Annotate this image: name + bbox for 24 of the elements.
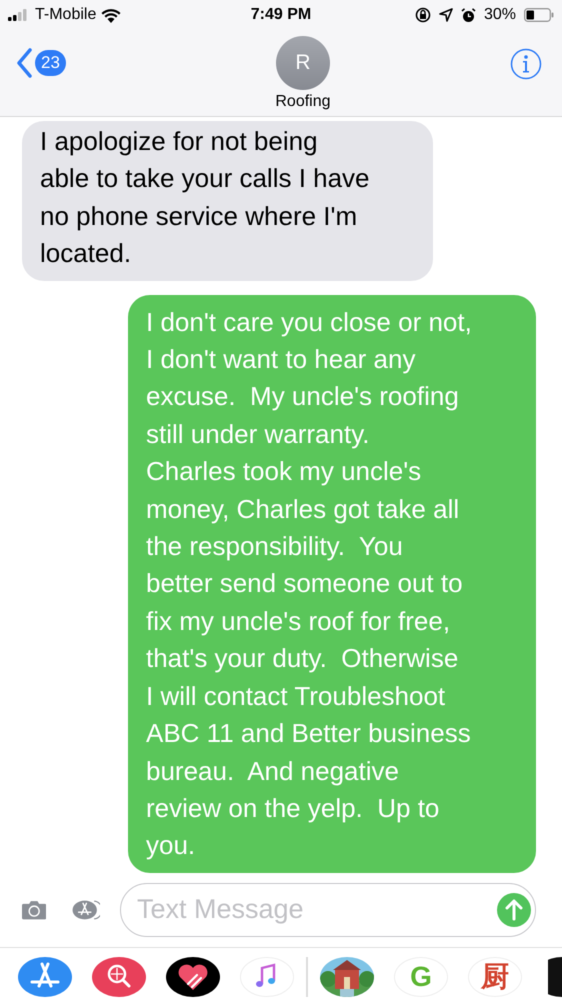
location-icon	[438, 8, 453, 22]
contact-avatar[interactable]: R	[276, 36, 330, 90]
chevron-left-icon	[16, 48, 32, 78]
app-icon[interactable]	[548, 956, 562, 997]
sent-message: I don't care you close or not, I don't want to hear any excuse. My uncle's roofing still under warranty. Charles took my uncle's money, Charles got take all the responsibility. You better send someone out to fix my uncle's roof for free, that's your duty. Otherwise I will contact Troubleshoot ABC 11 and Better business bureau. And negative review on the yelp. Up to you.	[128, 294, 536, 873]
info-icon[interactable]	[510, 48, 542, 80]
message-input[interactable]: Text Message	[120, 882, 536, 937]
wifi-icon	[101, 8, 122, 22]
back-button[interactable]: 23	[16, 40, 66, 86]
unread-count: 23	[35, 50, 66, 76]
battery-percent: 30%	[484, 6, 516, 24]
send-icon[interactable]	[497, 892, 531, 927]
alarm-icon	[460, 8, 476, 22]
image-search-icon[interactable]	[92, 956, 146, 997]
app-icon[interactable]: G	[394, 956, 448, 997]
received-message: I apologize for not being able to take your calls I have no phone service where I'm located.	[22, 121, 433, 281]
music-note-icon[interactable]	[240, 956, 294, 997]
app-store-icon[interactable]	[18, 956, 72, 997]
battery-icon	[524, 8, 554, 22]
app-icon[interactable]: 厨	[468, 956, 522, 997]
contact-name: Roofing	[275, 93, 331, 111]
rotation-lock-icon	[414, 7, 431, 23]
carrier-name: T-Mobile	[35, 6, 96, 24]
clock-time: 7:49 PM	[250, 6, 312, 24]
